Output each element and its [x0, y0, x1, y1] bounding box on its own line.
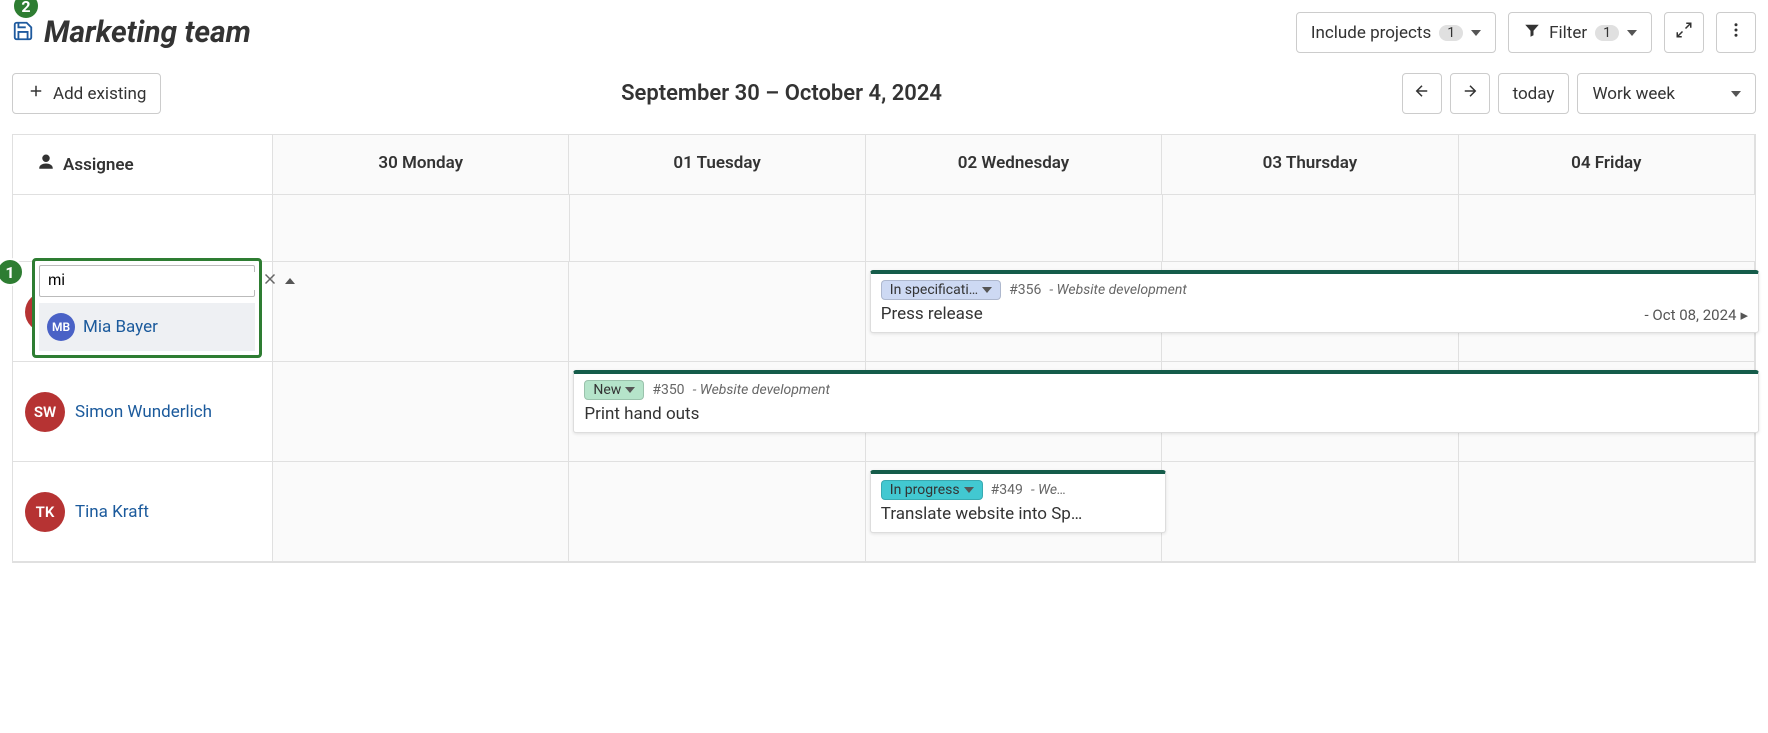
autocomplete-option[interactable]: MB Mia Bayer	[39, 303, 255, 351]
status-label: In specificati…	[890, 282, 978, 298]
assignee-autocomplete: MB Mia Bayer	[32, 258, 262, 358]
avatar: MB	[47, 313, 75, 341]
next-week-button[interactable]	[1450, 73, 1490, 114]
day-cell[interactable]	[569, 262, 865, 361]
today-button[interactable]: today	[1498, 73, 1570, 114]
assignee-name[interactable]: Simon Wunderlich	[75, 402, 212, 422]
planner-row: TK Tina Kraft In progress #349 - We… Transla…	[13, 462, 1755, 562]
filter-label: Filter	[1549, 23, 1587, 43]
status-pill[interactable]: In specificati…	[881, 280, 1001, 300]
person-icon	[37, 153, 55, 176]
status-pill[interactable]: In progress	[881, 480, 983, 500]
include-projects-button[interactable]: Include projects 1	[1296, 12, 1496, 53]
task-title: Press release	[881, 304, 1748, 324]
task-title: Print hand outs	[584, 404, 1748, 424]
day-header: 04 Friday	[1459, 135, 1755, 195]
expand-icon	[1675, 21, 1693, 44]
arrow-right-icon	[1461, 82, 1479, 105]
assignee-label: Assignee	[63, 155, 134, 175]
status-pill[interactable]: New	[584, 380, 644, 400]
day-cell[interactable]	[1162, 462, 1458, 561]
day-header: 03 Thursday	[1162, 135, 1458, 195]
day-cell[interactable]	[273, 362, 569, 461]
more-actions-button[interactable]	[1716, 12, 1756, 53]
clear-icon[interactable]	[261, 270, 279, 292]
chevron-down-icon	[982, 287, 992, 293]
day-cell[interactable]	[569, 462, 865, 561]
chevron-up-icon[interactable]	[285, 278, 295, 284]
add-existing-label: Add existing	[53, 84, 146, 104]
day-cell[interactable]	[273, 195, 570, 261]
task-id: #349	[991, 482, 1023, 498]
chevron-down-icon	[625, 387, 635, 393]
status-label: In progress	[890, 482, 960, 498]
filter-icon	[1523, 21, 1541, 44]
task-title: Translate website into Sp…	[881, 504, 1155, 524]
autocomplete-option-label: Mia Bayer	[83, 317, 158, 337]
task-id: #356	[1009, 282, 1041, 298]
chevron-down-icon	[1731, 91, 1741, 97]
chevron-down-icon	[1627, 30, 1637, 36]
filter-count: 1	[1595, 25, 1619, 41]
prev-week-button[interactable]	[1402, 73, 1442, 114]
day-header: 02 Wednesday	[866, 135, 1162, 195]
day-cell[interactable]	[866, 195, 1163, 261]
chevron-down-icon	[1471, 30, 1481, 36]
avatar: SW	[25, 392, 65, 432]
fullscreen-button[interactable]	[1664, 12, 1704, 53]
task-project: - We…	[1031, 482, 1066, 498]
assignee-cell: TK Tina Kraft	[13, 462, 273, 561]
task-project: - Website development	[693, 382, 830, 398]
add-existing-button[interactable]: Add existing	[12, 73, 161, 114]
avatar: TK	[25, 492, 65, 532]
planner-row: SW Simon Wunderlich New #350 - Website deve…	[13, 362, 1755, 462]
status-label: New	[593, 382, 621, 398]
assignee-name[interactable]: Tina Kraft	[75, 502, 149, 522]
day-header: 01 Tuesday	[569, 135, 865, 195]
day-cell[interactable]	[273, 462, 569, 561]
task-card[interactable]: In specificati… #356 - Website developmen…	[870, 270, 1759, 333]
task-project: - Website development	[1049, 282, 1186, 298]
view-mode-select[interactable]: Work week	[1577, 73, 1756, 114]
day-cell[interactable]	[570, 195, 867, 261]
include-projects-count: 1	[1439, 25, 1463, 41]
day-cell[interactable]	[1459, 462, 1755, 561]
plus-icon	[27, 82, 45, 105]
task-id: #350	[652, 382, 684, 398]
day-cell[interactable]	[1459, 195, 1755, 261]
day-cell[interactable]	[1163, 195, 1460, 261]
assignee-cell: SW Simon Wunderlich	[13, 362, 273, 461]
chevron-right-icon: ▸	[1740, 306, 1748, 324]
arrow-left-icon	[1413, 82, 1431, 105]
chevron-down-icon	[964, 487, 974, 493]
include-projects-label: Include projects	[1311, 23, 1431, 43]
day-header: 30 Monday	[273, 135, 569, 195]
save-icon[interactable]	[12, 20, 34, 46]
assignee-search-input[interactable]	[48, 272, 255, 290]
team-planner-grid: Assignee 30 Monday 01 Tuesday 02 Wednesd…	[12, 134, 1756, 563]
kebab-icon	[1727, 21, 1745, 44]
day-cell[interactable]	[273, 262, 569, 361]
view-mode-label: Work week	[1592, 84, 1675, 104]
page-title: Marketing team	[44, 15, 251, 50]
assignee-column-header: Assignee	[13, 135, 273, 195]
task-card[interactable]: In progress #349 - We… Translate website i…	[870, 470, 1166, 533]
filter-button[interactable]: Filter 1	[1508, 12, 1652, 53]
task-end-date: - Oct 08, 2024 ▸	[1645, 306, 1748, 324]
today-label: today	[1513, 84, 1555, 104]
planner-row-empty	[13, 195, 1755, 262]
task-card[interactable]: New #350 - Website development Print hand …	[573, 370, 1759, 433]
date-range: September 30 – October 4, 2024	[161, 81, 1401, 106]
